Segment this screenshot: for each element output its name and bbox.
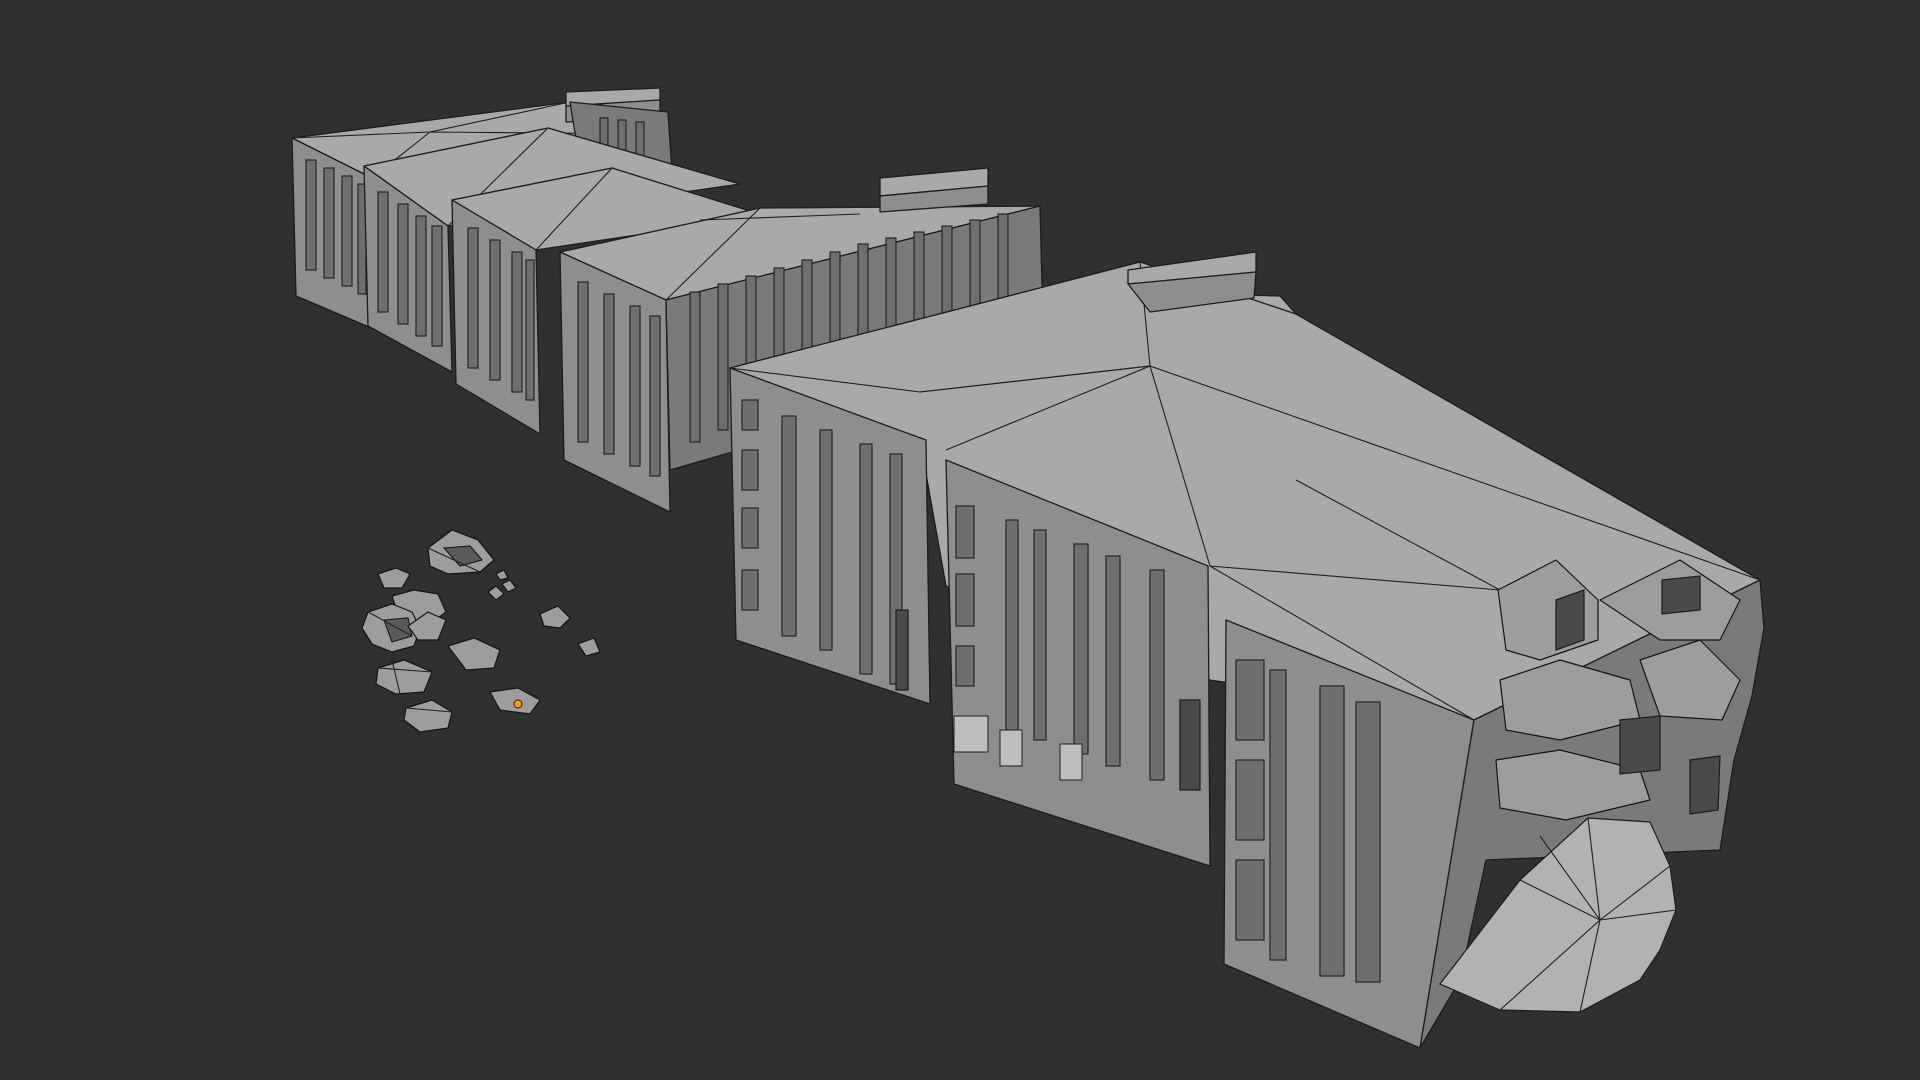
building-block-5[interactable]: [729, 251, 1765, 1049]
object-origin-icon[interactable]: [513, 699, 523, 709]
viewport-canvas[interactable]: [0, 0, 1920, 1080]
3d-viewport[interactable]: [0, 0, 1920, 1080]
debris-cluster[interactable]: [361, 529, 601, 733]
